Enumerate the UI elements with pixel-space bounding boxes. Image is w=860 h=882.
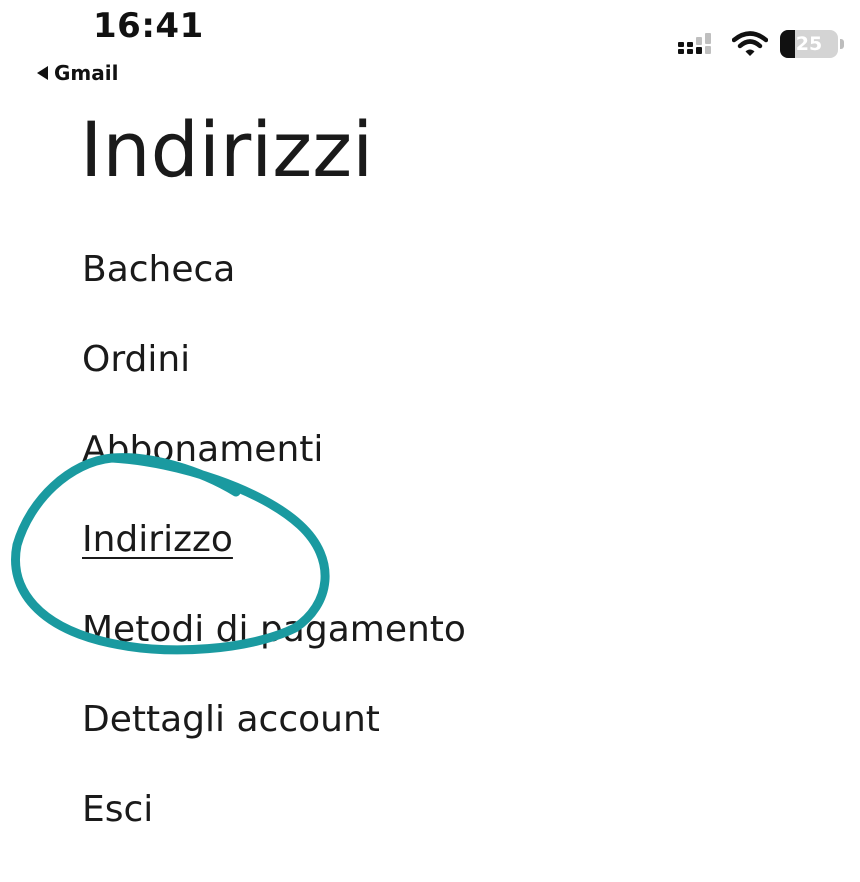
menu-item-dettagli-account[interactable]: Dettagli account [82, 702, 466, 792]
menu-item-label: Indirizzo [82, 519, 233, 560]
battery-icon: 25 [780, 30, 846, 58]
menu-item-label: Abbonamenti [82, 429, 324, 470]
menu-item-label: Dettagli account [82, 699, 380, 740]
menu-item-abbonamenti[interactable]: Abbonamenti [82, 432, 466, 522]
menu-item-metodi-di-pagamento[interactable]: Metodi di pagamento [82, 612, 466, 702]
menu-item-ordini[interactable]: Ordini [82, 342, 466, 432]
back-arrow-icon [37, 66, 48, 80]
back-app-label: Gmail [54, 61, 119, 85]
battery-body: 25 [780, 30, 838, 58]
menu-item-indirizzo[interactable]: Indirizzo [82, 522, 466, 612]
wifi-icon [732, 31, 768, 56]
status-time: 16:41 [93, 6, 204, 46]
battery-cap [840, 39, 844, 49]
menu-item-bacheca[interactable]: Bacheca [82, 252, 466, 342]
account-menu: Bacheca Ordini Abbonamenti Indirizzo Met… [82, 252, 466, 882]
cellular-signal-icon [678, 33, 711, 54]
battery-level: 25 [795, 33, 823, 55]
menu-item-label: Bacheca [82, 249, 236, 290]
back-to-gmail-link[interactable]: Gmail [37, 61, 118, 85]
menu-item-label: Ordini [82, 339, 191, 380]
page-title: Indirizzi [80, 105, 374, 194]
menu-item-esci[interactable]: Esci [82, 792, 466, 882]
status-icons: 25 [676, 30, 846, 58]
menu-item-label: Metodi di pagamento [82, 609, 466, 650]
menu-item-label: Esci [82, 789, 154, 830]
